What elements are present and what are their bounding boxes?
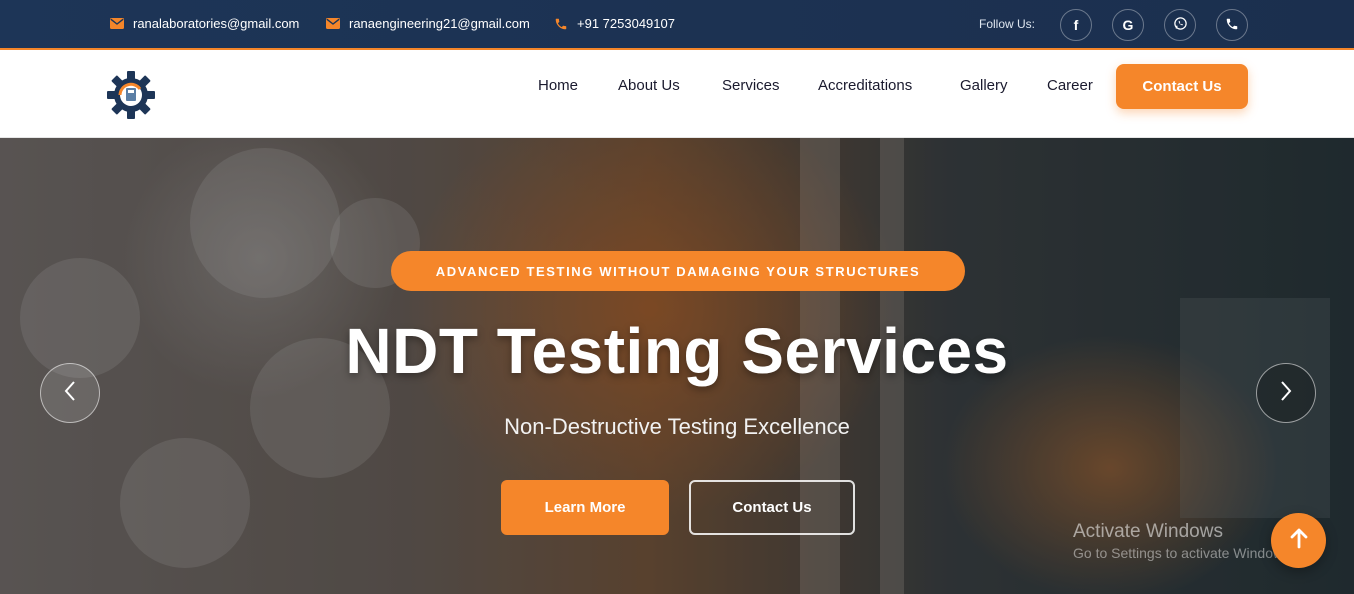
chevron-right-icon bbox=[1279, 380, 1293, 407]
phone-text: +91 7253049107 bbox=[577, 16, 675, 31]
email-text-2: ranaengineering21@gmail.com bbox=[349, 16, 530, 31]
hero-tagline-badge: ADVANCED TESTING WITHOUT DAMAGING YOUR S… bbox=[391, 251, 965, 291]
nav-about-us[interactable]: About Us bbox=[618, 77, 680, 94]
phone-contact[interactable]: +91 7253049107 bbox=[553, 16, 675, 31]
phone-icon bbox=[553, 16, 568, 31]
nav-home[interactable]: Home bbox=[538, 77, 578, 94]
facebook-link[interactable]: f bbox=[1060, 9, 1092, 41]
follow-us-label: Follow Us: bbox=[979, 17, 1036, 31]
main-navbar: Home About Us Services Accreditations Ga… bbox=[0, 52, 1354, 138]
whatsapp-link[interactable] bbox=[1164, 9, 1196, 41]
phone-icon bbox=[1225, 17, 1239, 34]
hero-slider: ADVANCED TESTING WITHOUT DAMAGING YOUR S… bbox=[0, 138, 1354, 594]
activate-windows-subtitle: Go to Settings to activate Windows. bbox=[1073, 545, 1294, 561]
chevron-left-icon bbox=[63, 380, 77, 407]
envelope-icon bbox=[325, 16, 340, 31]
slider-next-button[interactable] bbox=[1256, 363, 1316, 423]
contact-us-nav-button[interactable]: Contact Us bbox=[1116, 64, 1248, 109]
hero-subtitle: Non-Destructive Testing Excellence bbox=[504, 414, 850, 439]
phone-link[interactable] bbox=[1216, 9, 1248, 41]
email-contact-1[interactable]: ranalaboratories@gmail.com bbox=[109, 16, 299, 31]
email-text-1: ranalaboratories@gmail.com bbox=[133, 16, 300, 31]
slider-prev-button[interactable] bbox=[40, 363, 100, 423]
activate-windows-title: Activate Windows bbox=[1073, 521, 1223, 542]
nav-career[interactable]: Career bbox=[1047, 77, 1093, 94]
company-logo[interactable] bbox=[107, 68, 157, 122]
top-bar: ranalaboratories@gmail.com ranaengineeri… bbox=[0, 0, 1354, 50]
whatsapp-icon bbox=[1173, 16, 1188, 34]
nav-services[interactable]: Services bbox=[722, 77, 780, 94]
arrow-up-icon bbox=[1289, 527, 1309, 554]
google-icon: G bbox=[1122, 17, 1134, 33]
contact-us-hero-button[interactable]: Contact Us bbox=[689, 480, 855, 535]
scroll-to-top-button[interactable] bbox=[1271, 513, 1326, 568]
nav-accreditations[interactable]: Accreditations bbox=[818, 77, 912, 94]
facebook-icon: f bbox=[1073, 17, 1079, 33]
learn-more-button[interactable]: Learn More bbox=[501, 480, 669, 535]
hero-title: NDT Testing Services bbox=[345, 315, 1009, 387]
envelope-icon bbox=[109, 16, 124, 31]
nav-gallery[interactable]: Gallery bbox=[960, 77, 1008, 94]
google-link[interactable]: G bbox=[1112, 9, 1144, 41]
email-contact-2[interactable]: ranaengineering21@gmail.com bbox=[325, 16, 530, 31]
